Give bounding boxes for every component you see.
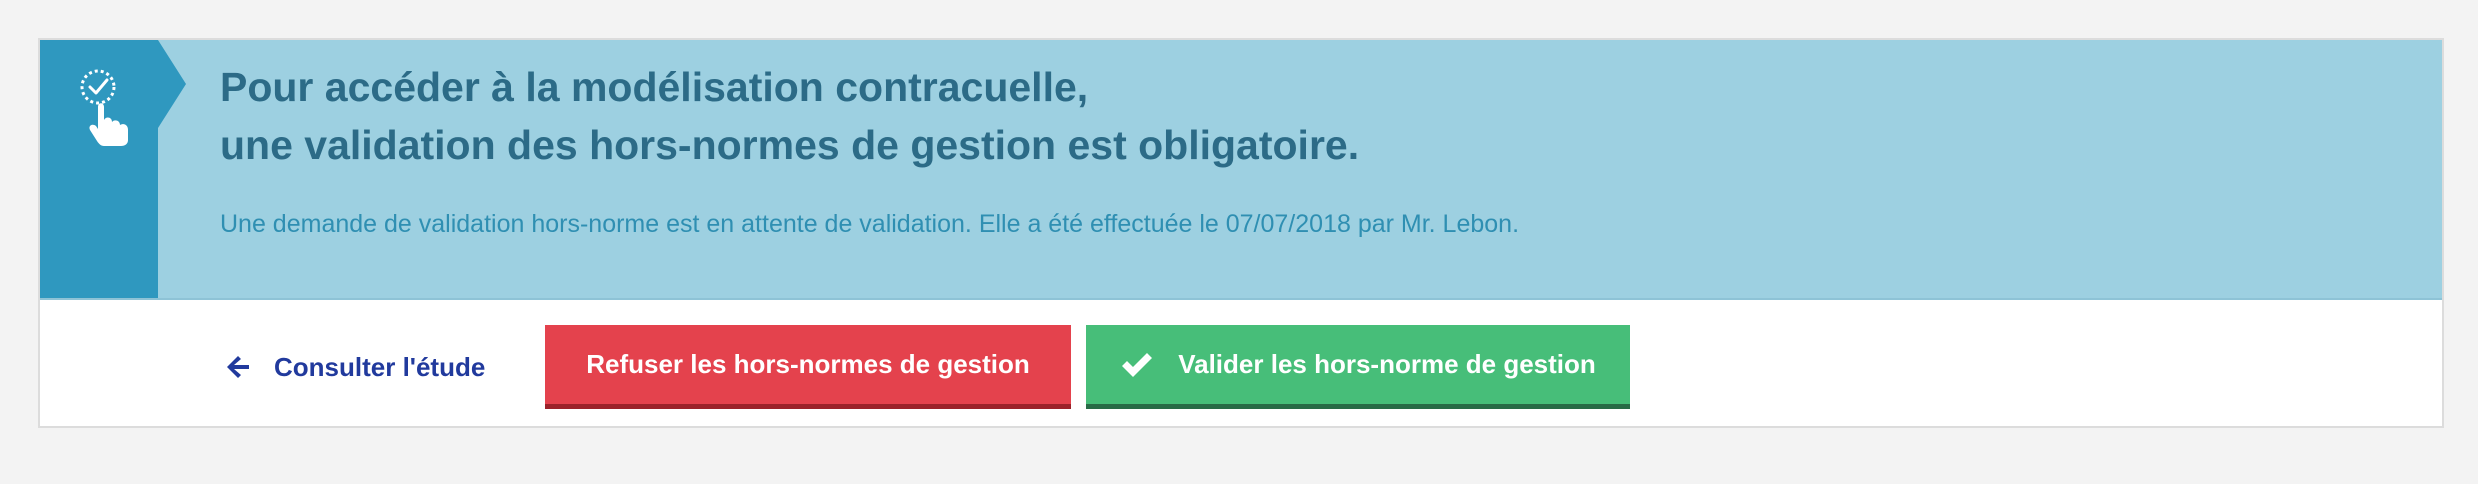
validate-button[interactable]: Valider les hors-norme de gestion [1086,325,1630,409]
consult-study-link[interactable]: Consulter l'étude [224,325,485,409]
banner-tab-pointer [158,40,186,128]
pending-validation-message: Une demande de validation hors-norme est… [220,210,1520,238]
action-bar: Consulter l'étude Refuser les hors-norme… [40,300,2442,426]
banner-icon-tab [40,40,158,298]
validate-button-label: Valider les hors-norme de gestion [1178,349,1596,379]
consult-study-label: Consulter l'étude [274,351,486,382]
banner-title: Pour accéder à la modélisation contracue… [220,58,2120,174]
refuse-button[interactable]: Refuser les hors-normes de gestion [545,325,1071,409]
hand-click-check-icon [80,69,128,146]
refuse-button-label: Refuser les hors-normes de gestion [586,349,1030,379]
banner-title-line-1: Pour accéder à la modélisation contracue… [220,64,1089,110]
info-banner: Pour accéder à la modélisation contracue… [40,40,2442,300]
banner-title-line-2: une validation des hors-normes de gestio… [220,122,1360,168]
validation-card: Pour accéder à la modélisation contracue… [38,38,2444,428]
arrow-left-icon [227,356,249,378]
checkmark-icon [1122,352,1153,377]
